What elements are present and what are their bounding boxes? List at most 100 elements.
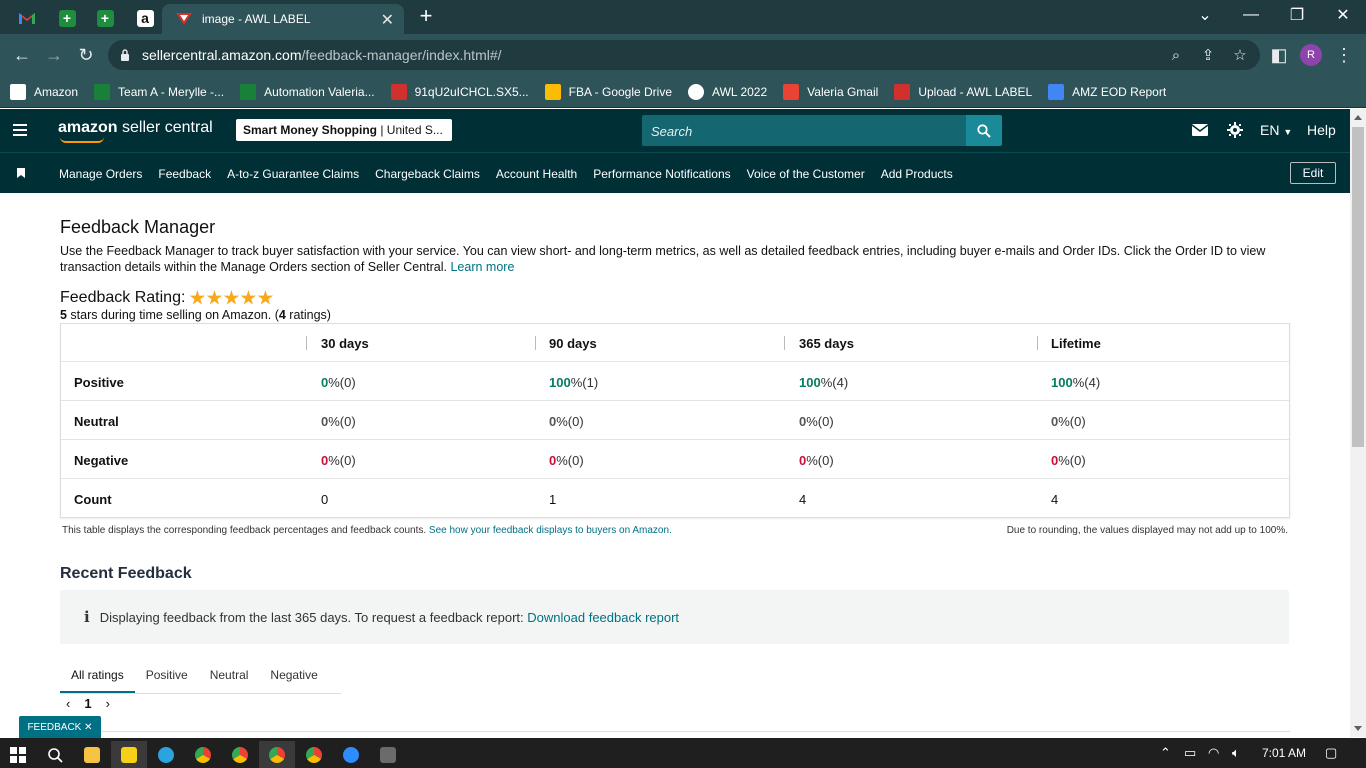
zoom-app-icon[interactable]	[333, 741, 369, 768]
bookmark-icon[interactable]	[17, 168, 25, 178]
seller-central-logo[interactable]: amazon seller central	[58, 119, 213, 143]
close-window-button[interactable]: ✕	[1320, 0, 1366, 30]
address-bar[interactable]: sellercentral.amazon.com/feedback-manage…	[108, 40, 1260, 70]
bookmark-item[interactable]: Automation Valeria...	[240, 83, 375, 100]
battery-icon[interactable]: ▭	[1184, 745, 1196, 761]
pagination: ‹ 1 ›	[66, 696, 110, 711]
bookmark-item[interactable]: FBA - Google Drive	[544, 83, 673, 100]
tab-neutral[interactable]: Neutral	[199, 658, 260, 693]
chrome-icon[interactable]	[296, 741, 332, 768]
mail-icon[interactable]	[1191, 124, 1209, 139]
awl-icon	[390, 83, 407, 100]
description-text: Use the Feedback Manager to track buyer …	[60, 244, 1266, 274]
sheets-icon: +	[58, 9, 76, 27]
sticky-notes-icon[interactable]	[111, 741, 147, 768]
cell-percent: 100	[549, 374, 571, 390]
download-report-link[interactable]: Download feedback report	[527, 610, 679, 625]
table-row-count: Count 0 1 4 4	[61, 480, 1289, 518]
close-icon[interactable]: ✕	[84, 722, 92, 733]
nav-item-voice-of-customer[interactable]: Voice of the Customer	[747, 167, 865, 181]
scroll-up-icon[interactable]	[1354, 115, 1362, 120]
hamburger-menu-icon[interactable]	[13, 124, 27, 139]
bookmark-item[interactable]: Team A - Merylle -...	[94, 83, 224, 100]
feedback-widget-tab[interactable]: FEEDBACK ✕	[19, 716, 101, 738]
bookmark-item[interactable]: AWL 2022	[688, 83, 767, 100]
side-panel-icon[interactable]: ◧	[1266, 42, 1292, 68]
file-explorer-icon[interactable]	[74, 741, 110, 768]
wifi-icon[interactable]: ◠	[1208, 745, 1219, 761]
chevron-left-icon[interactable]: ‹	[66, 696, 70, 711]
tab-negative[interactable]: Negative	[259, 658, 328, 693]
restore-button[interactable]: ❐	[1274, 0, 1320, 30]
scrollbar-thumb[interactable]	[1352, 127, 1364, 447]
nav-item-chargeback-claims[interactable]: Chargeback Claims	[375, 167, 480, 181]
globe-icon	[688, 83, 705, 100]
rating-sub-text-b: ratings)	[285, 308, 331, 322]
nav-item-feedback[interactable]: Feedback	[158, 167, 211, 181]
language-selector[interactable]: EN ▼	[1260, 122, 1292, 138]
chrome-icon[interactable]	[185, 741, 221, 768]
bookmark-item[interactable]: Valeria Gmail	[783, 83, 878, 100]
minimize-button[interactable]: —	[1228, 0, 1274, 30]
tab-all-ratings[interactable]: All ratings	[60, 658, 135, 693]
chrome-icon[interactable]	[259, 741, 295, 768]
cell-count: %(0)	[806, 413, 834, 429]
calculator-icon[interactable]	[370, 741, 406, 768]
buyer-display-link[interactable]: See how your feedback displays to buyers…	[429, 525, 672, 536]
bookmark-star-icon[interactable]: ☆	[1228, 40, 1252, 70]
amazon-pinned-tab[interactable]: a	[126, 4, 164, 32]
scroll-down-icon[interactable]	[1354, 726, 1362, 731]
share-icon[interactable]: ⇪	[1196, 40, 1220, 70]
current-page[interactable]: 1	[84, 696, 91, 711]
bookmark-label: FBA - Google Drive	[568, 84, 673, 99]
search-input[interactable]: Search	[642, 115, 966, 146]
back-arrow-icon[interactable]: ←	[9, 42, 35, 68]
tab-search-icon[interactable]: ⌄	[1182, 0, 1228, 30]
bookmark-item[interactable]: 91qU2uICHCL.SX5...	[390, 83, 529, 100]
tab-positive[interactable]: Positive	[135, 658, 199, 693]
rating-stars	[189, 290, 274, 306]
chrome-icon[interactable]	[222, 741, 258, 768]
new-tab-button[interactable]: +	[414, 4, 438, 30]
nav-item-a-to-z-claims[interactable]: A-to-z Guarantee Claims	[227, 167, 359, 181]
reload-icon[interactable]: ↻	[73, 42, 99, 68]
notifications-icon[interactable]: ▢	[1325, 745, 1337, 761]
gmail-pinned-tab[interactable]	[8, 4, 46, 32]
nav-item-account-health[interactable]: Account Health	[496, 167, 577, 181]
bookmark-item[interactable]: Upload - AWL LABEL	[894, 83, 1032, 100]
awl-icon	[894, 83, 911, 100]
volume-icon[interactable]: 🔈︎	[1232, 745, 1240, 761]
tab-title: image - AWL LABEL	[202, 12, 311, 26]
cell-count: %(0)	[556, 413, 584, 429]
learn-more-link[interactable]: Learn more	[450, 260, 514, 274]
store-selector[interactable]: Smart Money Shopping | United S...	[236, 119, 452, 141]
profile-avatar[interactable]: R	[1300, 44, 1322, 66]
forward-arrow-icon[interactable]: →	[41, 42, 67, 68]
bookmark-item[interactable]: AMZ EOD Report	[1048, 83, 1166, 100]
zoom-icon[interactable]: ⌕	[1164, 40, 1188, 70]
sheets-pinned-tab-2[interactable]: +	[86, 4, 124, 32]
search-icon[interactable]	[37, 741, 73, 768]
close-tab-icon[interactable]: ✕	[381, 10, 394, 30]
bookmark-item[interactable]: Amazon	[10, 83, 78, 100]
chevron-up-icon[interactable]: ⌃	[1160, 745, 1171, 761]
nav-item-manage-orders[interactable]: Manage Orders	[59, 167, 142, 181]
nav-item-add-products[interactable]: Add Products	[881, 167, 953, 181]
language-label: EN	[1260, 122, 1280, 138]
amazon-smile-icon	[60, 137, 104, 143]
menu-kebab-icon[interactable]: ⋮	[1331, 42, 1357, 68]
vertical-scrollbar[interactable]	[1350, 109, 1366, 737]
telegram-icon[interactable]	[148, 741, 184, 768]
clock[interactable]: 7:01 AM	[1262, 746, 1306, 760]
sheets-pinned-tab[interactable]: +	[48, 4, 86, 32]
help-link[interactable]: Help	[1307, 122, 1336, 138]
chevron-right-icon[interactable]: ›	[106, 696, 110, 711]
search-button[interactable]	[966, 115, 1002, 146]
row-label: Negative	[74, 452, 129, 468]
windows-start-icon[interactable]	[0, 741, 36, 768]
nav-item-performance-notifications[interactable]: Performance Notifications	[593, 167, 730, 181]
rating-filter-tabs: All ratings Positive Neutral Negative	[60, 658, 341, 694]
settings-gear-icon[interactable]	[1227, 122, 1243, 141]
active-tab[interactable]: image - AWL LABEL ✕	[162, 4, 404, 34]
edit-nav-button[interactable]: Edit	[1290, 162, 1336, 184]
